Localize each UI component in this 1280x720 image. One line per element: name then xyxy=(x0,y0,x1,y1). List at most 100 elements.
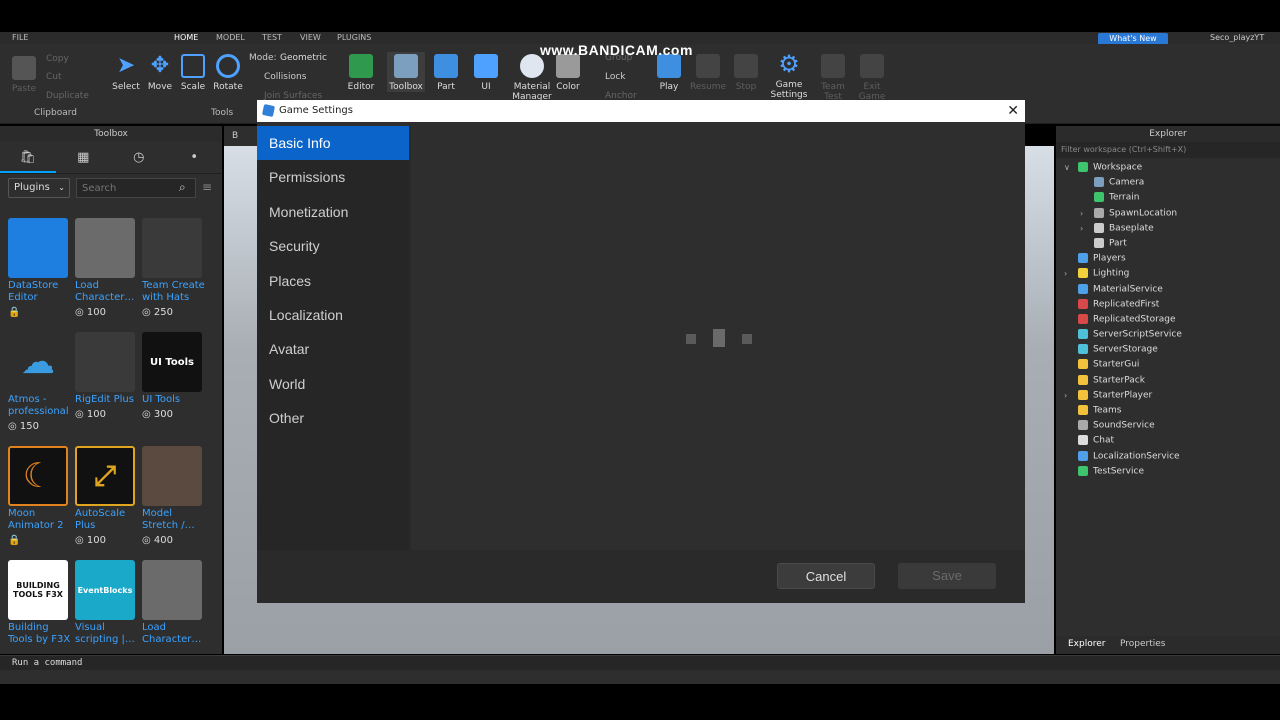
chevron-right-icon[interactable]: › xyxy=(1080,224,1083,233)
instance-icon xyxy=(1094,222,1104,233)
menu-view[interactable]: VIEW xyxy=(300,33,321,42)
copy-button[interactable]: Copy xyxy=(46,54,69,64)
chevron-right-icon[interactable]: › xyxy=(1064,269,1067,278)
stop-button[interactable]: Stop xyxy=(733,54,759,92)
menu-plugins[interactable]: PLUGINS xyxy=(337,33,371,42)
tab-properties[interactable]: Properties xyxy=(1120,639,1165,649)
toolbox-item[interactable]: RigEdit Plus ◎ 100 xyxy=(75,332,139,420)
cursor-icon: ➤ xyxy=(116,53,136,78)
toolbox-item[interactable]: ⤢ AutoScale Plus ◎ 100 xyxy=(75,446,139,546)
explorer-node[interactable]: Camera xyxy=(1056,177,1280,192)
ui-button[interactable]: UI xyxy=(473,54,499,92)
cut-button[interactable]: Cut xyxy=(46,72,62,82)
game-settings-button[interactable]: ⚙ Game Settings xyxy=(770,52,808,100)
filter-icon[interactable]: ≡ xyxy=(202,180,212,194)
chevron-right-icon[interactable]: › xyxy=(1064,391,1067,400)
category-dropdown[interactable]: Plugins ⌄ xyxy=(8,178,70,198)
toolbox-item[interactable]: Model Stretch /… ◎ 400 xyxy=(142,446,206,546)
tab-creations[interactable]: • xyxy=(167,142,223,173)
part-button[interactable]: Part xyxy=(432,54,460,92)
tab-inventory[interactable]: ▦ xyxy=(56,142,112,173)
explorer-node[interactable]: ∨ Workspace xyxy=(1056,162,1280,177)
dialog-footer: Cancel Save xyxy=(257,550,1025,603)
move-tool-button[interactable]: ✥ Move xyxy=(146,54,174,93)
resume-button[interactable]: Resume xyxy=(690,54,726,92)
explorer-node[interactable]: ReplicatedFirst xyxy=(1056,298,1280,314)
nav-localization[interactable]: Localization xyxy=(257,298,409,332)
nav-world[interactable]: World xyxy=(257,367,409,401)
toolbox-item[interactable]: Load Character… xyxy=(142,560,206,646)
collisions-toggle[interactable]: Collisions xyxy=(264,72,306,82)
menu-file[interactable]: FILE xyxy=(12,33,28,42)
menu-test[interactable]: TEST xyxy=(262,33,282,42)
toolbox-item[interactable]: UI Tools UI Tools ◎ 300 xyxy=(142,332,206,420)
material-manager-button[interactable]: Material Manager xyxy=(512,54,552,100)
explorer-node[interactable]: TestService xyxy=(1056,465,1280,481)
explorer-node[interactable]: Part xyxy=(1056,237,1280,253)
cancel-button[interactable]: Cancel xyxy=(777,563,875,589)
explorer-node[interactable]: LocalizationService xyxy=(1056,450,1280,466)
nav-basic-info[interactable]: Basic Info xyxy=(257,126,409,161)
duplicate-button[interactable]: Duplicate xyxy=(46,91,89,101)
toolbox-item[interactable]: EventBlocks Visual scripting |… xyxy=(75,560,139,646)
explorer-node[interactable]: › SpawnLocation xyxy=(1056,207,1280,223)
item-thumbnail xyxy=(142,560,202,620)
paste-button[interactable]: Paste xyxy=(10,56,38,94)
explorer-node[interactable]: StarterPack xyxy=(1056,374,1280,390)
explorer-node[interactable]: › StarterPlayer xyxy=(1056,389,1280,405)
menu-model[interactable]: MODEL xyxy=(216,33,245,42)
toolbox-item[interactable]: ☾ Moon Animator 2 🔒 xyxy=(8,446,72,546)
close-icon[interactable]: ✕ xyxy=(1007,100,1019,122)
color-button[interactable]: Color xyxy=(555,54,581,92)
explorer-node[interactable]: Chat xyxy=(1056,435,1280,450)
explorer-node[interactable]: MaterialService xyxy=(1056,283,1280,299)
terrain-editor-button[interactable]: Editor xyxy=(345,54,377,92)
menu-home[interactable]: HOME xyxy=(174,33,198,42)
explorer-node-label: StarterPlayer xyxy=(1093,390,1153,401)
username-label[interactable]: Seco_playzYT xyxy=(1210,33,1264,42)
explorer-node[interactable]: ServerScriptService xyxy=(1056,329,1280,344)
chevron-down-icon[interactable]: ∨ xyxy=(1064,163,1070,172)
explorer-node[interactable]: Players xyxy=(1056,253,1280,268)
chevron-right-icon[interactable]: › xyxy=(1080,209,1083,218)
explorer-node[interactable]: › Baseplate xyxy=(1056,222,1280,238)
tab-marketplace[interactable]: 🛍 xyxy=(0,142,56,173)
toolbox-item[interactable]: BUILDING TOOLS F3X Building Tools by F3X xyxy=(8,560,72,646)
tab-explorer[interactable]: Explorer xyxy=(1068,639,1105,649)
tab-recent[interactable]: ◷ xyxy=(111,142,167,173)
team-test-button[interactable]: Team Test xyxy=(818,54,848,100)
toolbox-search-input[interactable] xyxy=(76,178,196,198)
toolbox-item[interactable]: ☁ Atmos - professional ◎ 150 xyxy=(8,332,72,432)
explorer-filter-input[interactable]: Filter workspace (Ctrl+Shift+X) xyxy=(1056,142,1280,158)
explorer-node-label: Workspace xyxy=(1093,162,1143,173)
save-button[interactable]: Save xyxy=(898,563,996,589)
explorer-node[interactable]: › Lighting xyxy=(1056,268,1280,283)
search-icon[interactable]: ⌕ xyxy=(179,180,186,195)
explorer-node[interactable]: StarterGui xyxy=(1056,359,1280,374)
select-tool-button[interactable]: ➤ Select xyxy=(112,53,140,93)
toolbox-item[interactable]: DataStore Editor 🔒 xyxy=(8,218,72,318)
lock-button[interactable]: Lock xyxy=(605,72,626,82)
nav-avatar[interactable]: Avatar xyxy=(257,332,409,366)
toolbox-item[interactable]: Team Create with Hats ◎ 250 xyxy=(142,218,206,318)
nav-security[interactable]: Security xyxy=(257,229,409,263)
explorer-node[interactable]: ReplicatedStorage xyxy=(1056,313,1280,329)
mode-dropdown[interactable]: Geometric xyxy=(280,53,327,63)
exit-game-button[interactable]: Exit Game xyxy=(858,54,886,100)
play-button[interactable]: Play xyxy=(656,54,682,92)
explorer-node[interactable]: Terrain xyxy=(1056,192,1280,207)
toolbox-item[interactable]: Load Character… ◎ 100 xyxy=(75,218,139,318)
explorer-node-label: Chat xyxy=(1093,435,1115,446)
instance-icon xyxy=(1078,465,1088,476)
toolbox-button[interactable]: Toolbox xyxy=(387,52,425,92)
nav-monetization[interactable]: Monetization xyxy=(257,195,409,229)
nav-other[interactable]: Other xyxy=(257,401,409,435)
nav-permissions[interactable]: Permissions xyxy=(257,160,409,194)
nav-places[interactable]: Places xyxy=(257,264,409,298)
command-bar-input[interactable]: Run a command xyxy=(0,655,1280,670)
scale-tool-button[interactable]: Scale xyxy=(179,54,207,92)
explorer-node[interactable]: Teams xyxy=(1056,405,1280,420)
explorer-node[interactable]: ServerStorage xyxy=(1056,344,1280,359)
rotate-tool-button[interactable]: Rotate xyxy=(212,54,244,92)
explorer-node[interactable]: SoundService xyxy=(1056,420,1280,435)
